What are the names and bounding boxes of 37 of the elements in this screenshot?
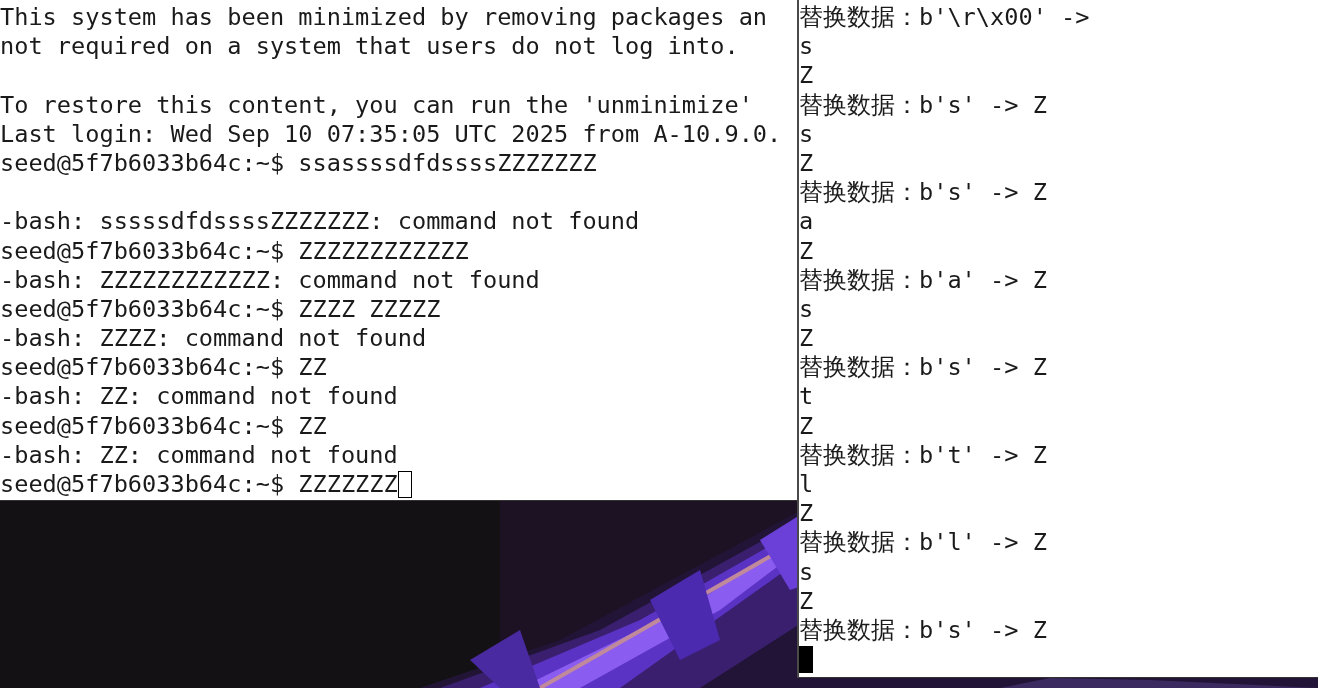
terminal-line: Z xyxy=(799,324,814,354)
terminal-line: -bash: ZZ: command not found xyxy=(0,382,398,412)
terminal-line: 替换数据：b'a' -> Z xyxy=(799,265,1047,295)
terminal-line: 替换数据：b'l' -> Z xyxy=(799,528,1047,558)
terminal-line: not required on a system that users do not log into. xyxy=(0,32,739,62)
terminal-line: seed@5f7b6033b64c:~$ ZZ xyxy=(0,353,327,383)
terminal-line: To restore this content, you can run the 'unminimize' xyxy=(0,90,753,120)
terminal-line: Z xyxy=(799,236,814,266)
terminal-line: Z xyxy=(799,61,814,91)
terminal-line: s xyxy=(799,119,814,149)
terminal-line: 替换数据：b's' -> Z xyxy=(799,178,1047,208)
terminal-line: Z xyxy=(799,499,814,529)
terminal-line: -bash: sssssdfdssssZZZZZZZ: command not found xyxy=(0,207,640,237)
terminal-line: seed@5f7b6033b64c:~$ ZZZZZZZ xyxy=(0,470,398,500)
terminal-line: s xyxy=(799,32,814,62)
terminal-line: -bash: ZZZZZZZZZZZZ: command not found xyxy=(0,265,540,295)
terminal-line: 替换数据：b's' -> Z xyxy=(799,615,1047,646)
terminal-line: 替换数据：b's' -> Z xyxy=(799,353,1047,383)
terminal-line: l xyxy=(799,470,814,500)
terminal-line: s xyxy=(799,294,814,325)
terminal-line: -bash: ZZ: command not found xyxy=(0,440,398,470)
terminal-line: Last login: Wed Sep 10 07:35:05 UTC 2025 from A-10.9.0. xyxy=(0,119,782,149)
terminal-line: This system has been minimized by removing packages an xyxy=(0,3,768,33)
terminal-line: seed@5f7b6033b64c:~$ ssassssdfdssssZZZZZZZ xyxy=(0,148,597,179)
terminal-line: seed@5f7b6033b64c:~$ ZZZZ ZZZZZ xyxy=(0,294,441,325)
terminal-line: Z xyxy=(799,411,814,441)
terminal-line: -bash: ZZZZ: command not found xyxy=(0,324,427,354)
terminal-line: s xyxy=(799,557,814,587)
terminal-line: a xyxy=(799,207,814,237)
terminal-line: t xyxy=(799,382,814,412)
terminal-line: seed@5f7b6033b64c:~$ ZZ xyxy=(0,411,327,441)
terminal-line: Z xyxy=(799,148,814,179)
terminal-line: 替换数据：b's' -> Z xyxy=(799,90,1047,120)
terminal-line: 替换数据：b'\r\x00' -> xyxy=(799,3,1090,33)
terminal-line: seed@5f7b6033b64c:~$ ZZZZZZZZZZZZ xyxy=(0,236,469,266)
terminal-line: Z xyxy=(799,586,814,616)
terminal-line: 替换数据：b't' -> Z xyxy=(799,440,1047,470)
